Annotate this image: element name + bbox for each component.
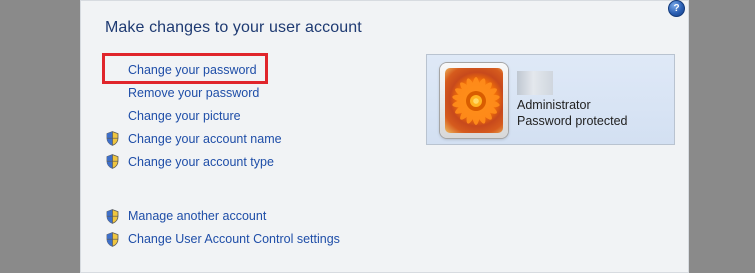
shield-icon bbox=[106, 209, 119, 224]
account-name: Administrator bbox=[517, 98, 591, 112]
change-password-link[interactable]: Change your password bbox=[128, 63, 257, 77]
manage-another-account-link[interactable]: Manage another account bbox=[128, 209, 266, 223]
shield-icon bbox=[106, 154, 119, 169]
change-account-name-link[interactable]: Change your account name bbox=[128, 132, 282, 146]
flower-icon bbox=[452, 77, 500, 125]
page-title: Make changes to your user account bbox=[105, 19, 362, 36]
shield-icon bbox=[106, 131, 119, 146]
avatar-frame bbox=[440, 63, 508, 138]
account-status: Password protected bbox=[517, 114, 628, 128]
help-icon[interactable]: ? bbox=[668, 0, 685, 17]
change-picture-link[interactable]: Change your picture bbox=[128, 109, 241, 123]
blurred-username bbox=[517, 71, 553, 95]
avatar bbox=[445, 68, 503, 133]
account-card: Administrator Password protected bbox=[426, 54, 675, 145]
remove-password-link[interactable]: Remove your password bbox=[128, 86, 259, 100]
user-accounts-window: ? Make changes to your user account Chan… bbox=[80, 0, 689, 273]
shield-icon bbox=[106, 232, 119, 247]
change-account-type-link[interactable]: Change your account type bbox=[128, 155, 274, 169]
change-uac-settings-link[interactable]: Change User Account Control settings bbox=[128, 232, 340, 246]
